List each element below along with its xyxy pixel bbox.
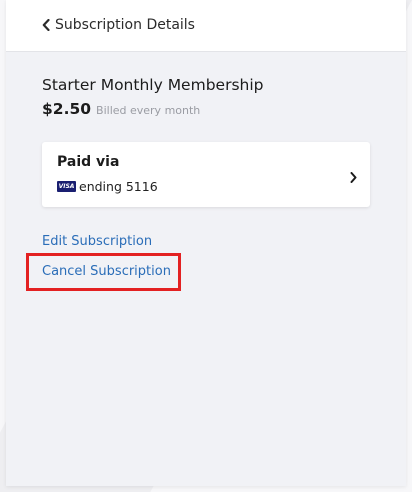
cancel-subscription-link[interactable]: Cancel Subscription <box>42 264 171 279</box>
edit-subscription-link[interactable]: Edit Subscription <box>42 234 152 249</box>
chevron-left-icon <box>42 19 50 31</box>
card-ending: ending 5116 <box>79 179 158 194</box>
chevron-right-icon <box>350 168 357 187</box>
billing-frequency: Billed every month <box>96 104 201 117</box>
page-title: Subscription Details <box>55 17 195 33</box>
payment-method-row: VISA ending 5116 <box>57 179 158 194</box>
payment-method-card[interactable]: Paid via VISA ending 5116 <box>42 142 370 207</box>
plan-price: $2.50 <box>42 100 92 118</box>
back-button[interactable]: Subscription Details <box>42 17 195 33</box>
paid-via-label: Paid via <box>57 154 120 170</box>
subscription-panel: Subscription Details Starter Monthly Mem… <box>6 0 406 486</box>
price-row: $2.50 Billed every month <box>42 100 200 118</box>
header: Subscription Details <box>6 0 406 52</box>
plan-name: Starter Monthly Membership <box>42 76 264 94</box>
visa-icon: VISA <box>57 181 76 192</box>
